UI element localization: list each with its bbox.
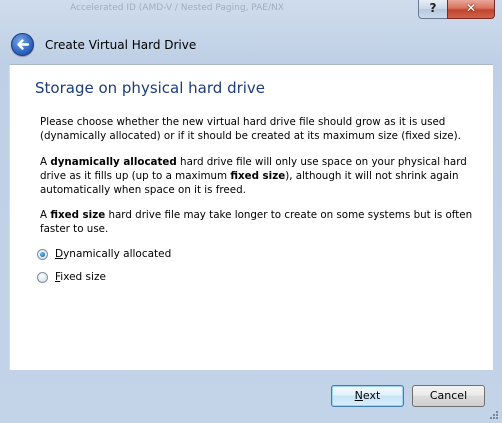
wizard-page: Storage on physical hard drive Please ch… [9,64,493,370]
next-button[interactable]: Next [331,385,404,407]
dynamically-allocated-option[interactable]: Dynamically allocated [37,246,171,262]
dynamically-allocated-radio[interactable] [37,248,48,260]
back-button[interactable] [11,33,34,56]
title-bar-faded-text: Accelerated ID (AMD-V / Nested Paging, P… [70,3,284,13]
wizard-title: Create Virtual Hard Drive [45,38,197,52]
fixed-size-label[interactable]: Fixed size [55,271,106,283]
description-paragraph: Please choose whether the new virtual ha… [40,116,461,142]
page-title: Storage on physical hard drive [35,79,266,97]
wizard-header: Create Virtual Hard Drive [0,28,502,60]
fixed-explanation-paragraph: A fixed size hard drive file may take lo… [40,209,473,235]
title-bar: Accelerated ID (AMD-V / Nested Paging, P… [0,0,502,24]
resize-grip-icon[interactable] [489,410,499,420]
fixed-size-radio[interactable] [37,271,48,283]
fixed-size-option[interactable]: Fixed size [37,269,106,285]
close-button[interactable]: ✕ [447,0,495,19]
help-icon: ? [429,1,437,15]
dynamically-allocated-label[interactable]: Dynamically allocated [55,248,171,260]
cancel-button[interactable]: Cancel [412,385,485,407]
dynamic-explanation-paragraph: A dynamically allocated hard drive file … [40,156,467,196]
close-icon: ✕ [465,1,477,15]
back-arrow-icon [17,39,30,50]
dialog-window: Accelerated ID (AMD-V / Nested Paging, P… [0,0,502,423]
help-button[interactable]: ? [418,0,448,19]
